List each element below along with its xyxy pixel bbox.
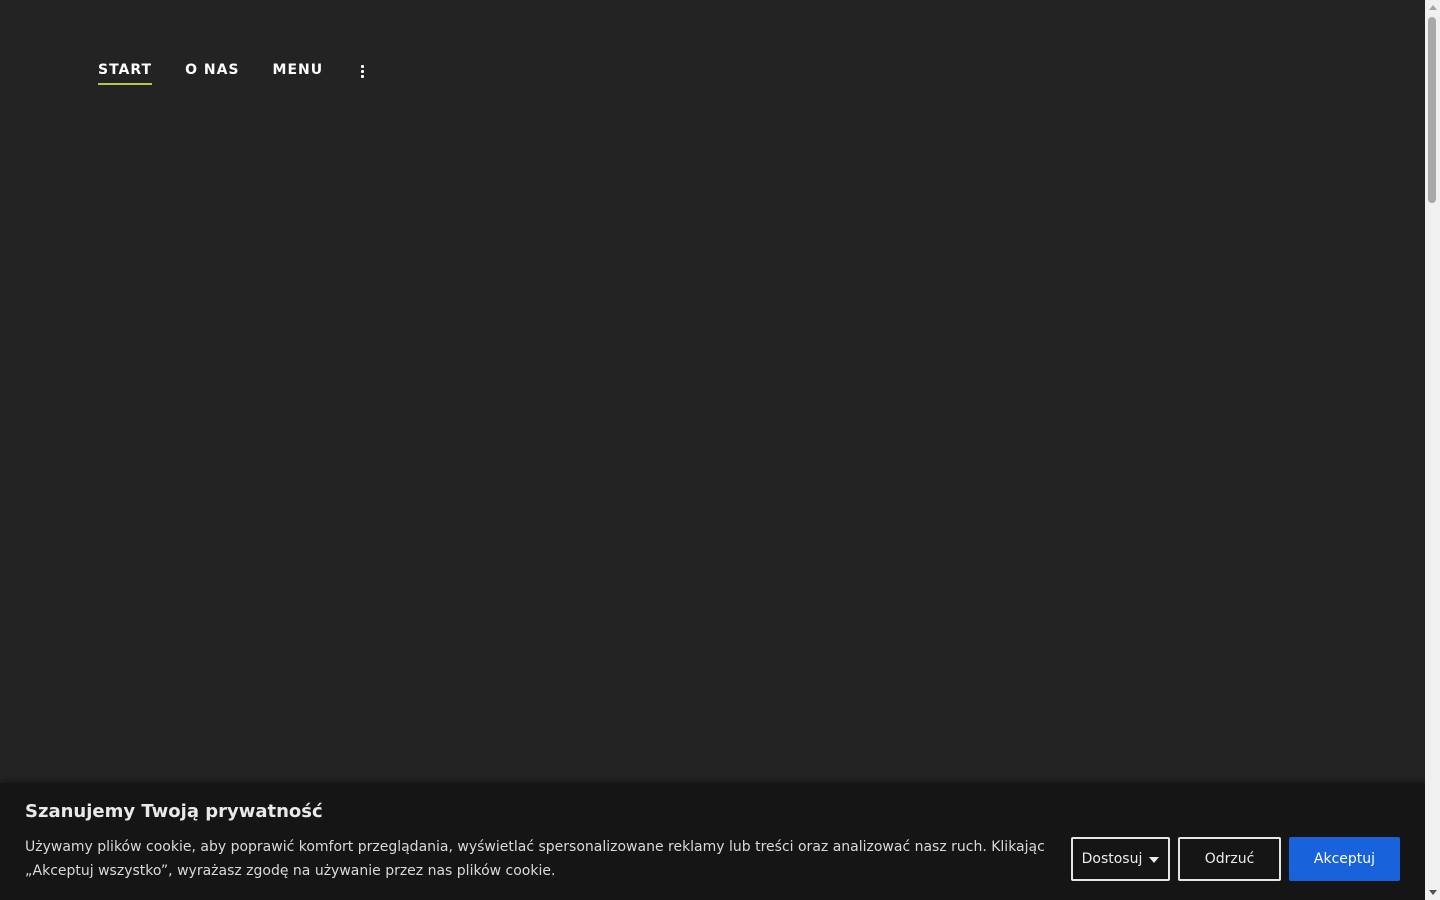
- cookie-banner-title: Szanujemy Twoją prywatność: [25, 801, 323, 822]
- accept-button-label: Akceptuj: [1313, 851, 1376, 867]
- nav-item-start[interactable]: START: [98, 62, 153, 85]
- cookie-banner-text: Używamy plików cookie, aby poprawić komf…: [25, 839, 1045, 879]
- scroll-up-arrow-icon[interactable]: [1425, 0, 1440, 15]
- customize-button[interactable]: Dostosuj: [1071, 837, 1170, 881]
- more-dot: [360, 64, 364, 68]
- vertical-scrollbar[interactable]: [1425, 0, 1440, 900]
- reject-button[interactable]: Odrzuć: [1178, 837, 1281, 881]
- more-vertical-icon[interactable]: [356, 60, 368, 82]
- page: START O NAS MENU Szanujemy Twoją prywatn…: [0, 0, 1440, 900]
- scrollbar-thumb[interactable]: [1428, 17, 1436, 203]
- reject-button-label: Odrzuć: [1204, 851, 1255, 867]
- customize-button-label: Dostosuj: [1081, 851, 1143, 867]
- more-dot: [360, 69, 364, 73]
- main-nav: START O NAS MENU: [98, 62, 368, 85]
- main-content: START O NAS MENU: [0, 0, 1425, 900]
- caret-down-icon: [1149, 856, 1160, 863]
- scroll-down-arrow-icon[interactable]: [1425, 885, 1440, 900]
- accept-button[interactable]: Akceptuj: [1289, 837, 1400, 881]
- nav-item-o-nas[interactable]: O NAS: [185, 62, 239, 85]
- nav-item-menu[interactable]: MENU: [273, 62, 324, 85]
- more-dot: [360, 74, 364, 78]
